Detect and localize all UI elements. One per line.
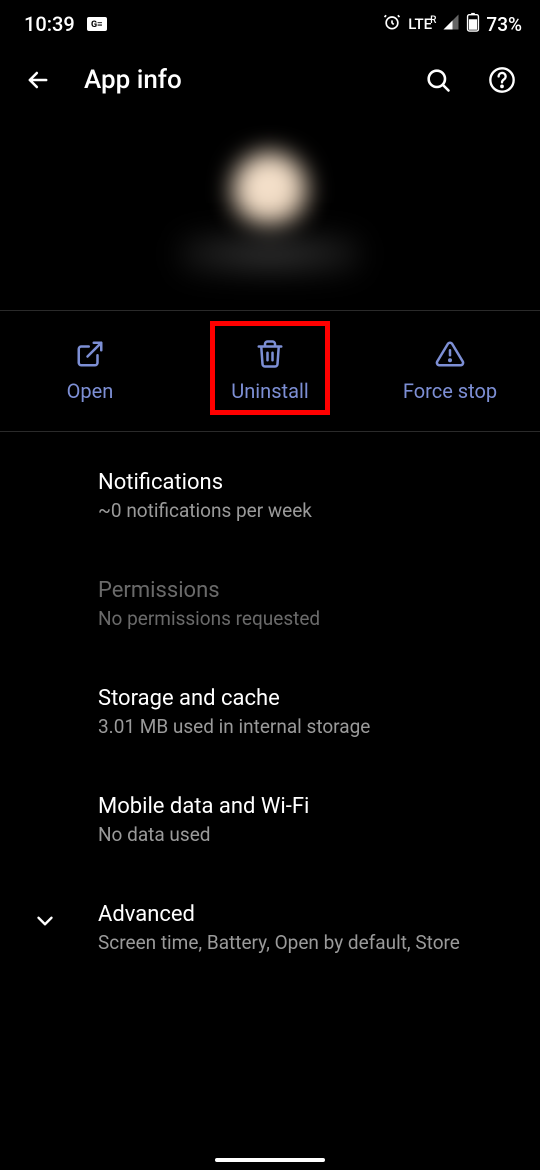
warning-icon (435, 339, 465, 369)
trash-icon (255, 339, 285, 369)
settings-list: Notifications ~0 notifications per week … (0, 432, 540, 970)
permissions-setting: Permissions No permissions requested (0, 562, 540, 646)
setting-sub: Screen time, Battery, Open by default, S… (98, 931, 516, 954)
status-right: LTER 73% (382, 12, 522, 37)
force-stop-label: Force stop (403, 379, 497, 403)
open-button[interactable]: Open (0, 311, 180, 431)
news-icon: G≡ (87, 17, 107, 31)
action-row: Open Uninstall Force stop (0, 311, 540, 431)
setting-sub: No data used (98, 823, 516, 846)
uninstall-label: Uninstall (231, 379, 308, 403)
setting-sub: ~0 notifications per week (98, 499, 516, 522)
setting-sub: 3.01 MB used in internal storage (98, 715, 516, 738)
help-button[interactable] (484, 62, 520, 98)
force-stop-button[interactable]: Force stop (360, 311, 540, 431)
search-button[interactable] (420, 62, 456, 98)
network-lte: LTER (408, 15, 436, 33)
alarm-icon (382, 12, 402, 37)
setting-title: Mobile data and Wi-Fi (98, 794, 516, 819)
signal-icon (442, 13, 460, 36)
setting-title: Advanced (98, 902, 516, 927)
status-bar: 10:39 G≡ LTER 73% (0, 0, 540, 44)
status-left: 10:39 G≡ (24, 12, 107, 36)
mobile-data-setting[interactable]: Mobile data and Wi-Fi No data used (0, 778, 540, 862)
setting-title: Storage and cache (98, 686, 516, 711)
app-icon (180, 144, 360, 274)
setting-sub: No permissions requested (98, 607, 516, 630)
battery-icon (466, 12, 480, 37)
open-icon (75, 339, 105, 369)
setting-title: Notifications (98, 470, 516, 495)
home-pill[interactable] (215, 1158, 325, 1162)
app-summary (0, 116, 540, 310)
uninstall-button[interactable]: Uninstall (180, 311, 360, 431)
page-title: App info (84, 65, 392, 95)
setting-title: Permissions (98, 578, 516, 603)
status-time: 10:39 (24, 12, 75, 36)
nav-bar (0, 1158, 540, 1162)
open-label: Open (67, 379, 114, 403)
app-bar: App info (0, 44, 540, 116)
advanced-setting[interactable]: Advanced Screen time, Battery, Open by d… (0, 886, 540, 970)
notifications-setting[interactable]: Notifications ~0 notifications per week (0, 454, 540, 538)
storage-setting[interactable]: Storage and cache 3.01 MB used in intern… (0, 670, 540, 754)
chevron-down-icon (32, 908, 58, 934)
app-name-blurred (180, 234, 360, 274)
battery-percent: 73% (486, 13, 522, 36)
back-button[interactable] (20, 62, 56, 98)
